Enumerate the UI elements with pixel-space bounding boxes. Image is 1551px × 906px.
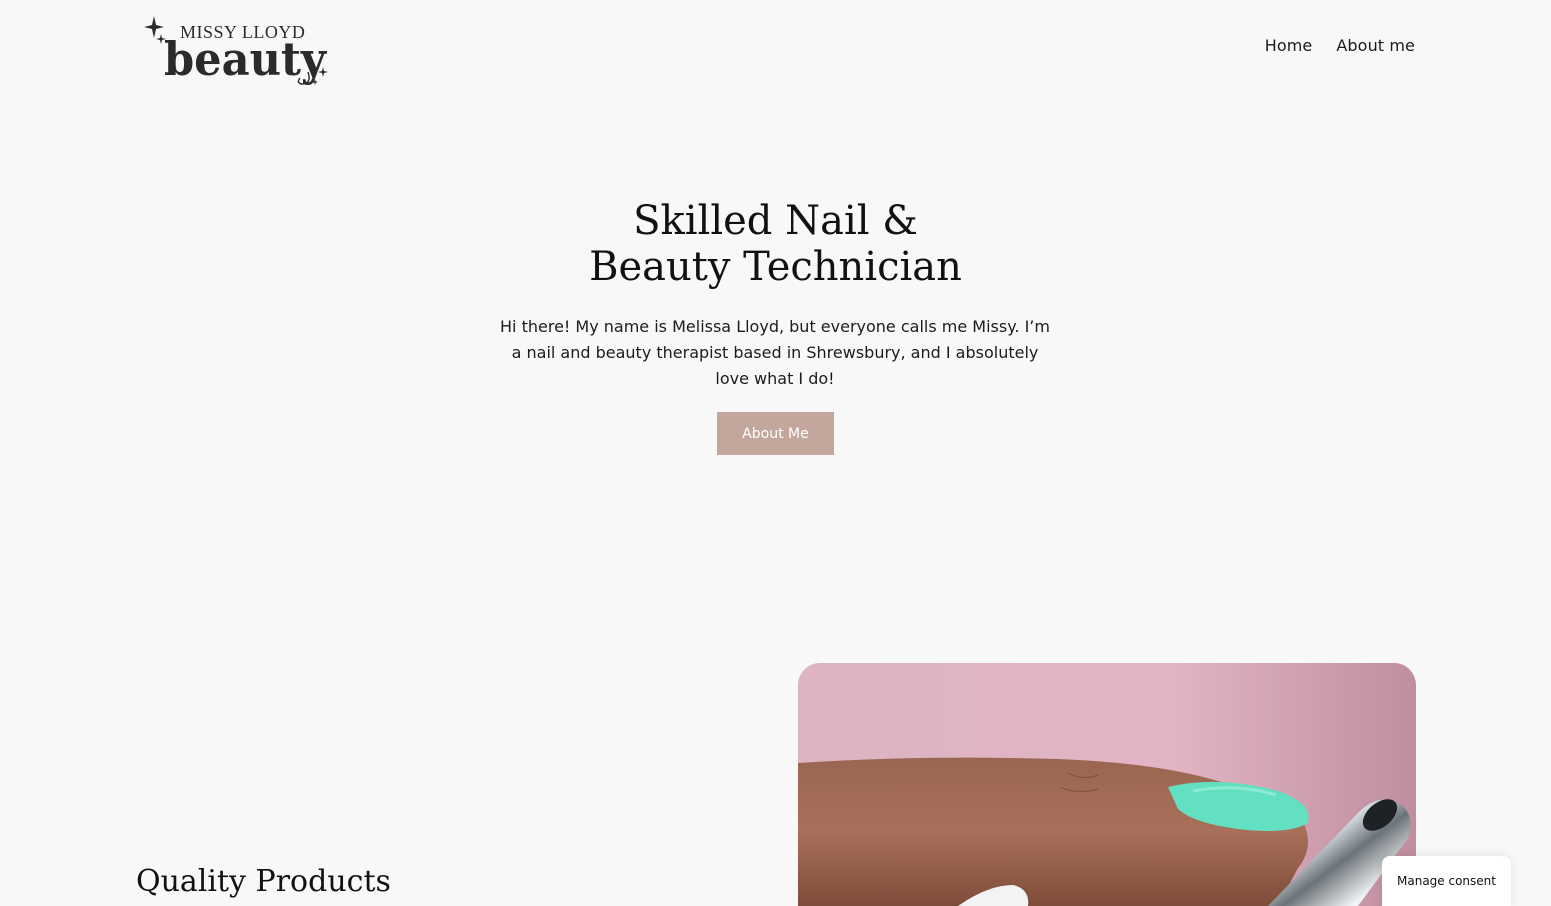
brand-logo[interactable]: MISSY LLOYD beauty — [140, 12, 335, 88]
manage-consent-button[interactable]: Manage consent — [1382, 856, 1511, 906]
about-me-button[interactable]: About Me — [717, 412, 834, 455]
nav-about-me[interactable]: About me — [1336, 36, 1415, 55]
hero-title-wrapper: Skilled Nail & Beauty Technician — [0, 198, 1551, 290]
logo-graphic: MISSY LLOYD beauty — [144, 16, 328, 86]
section-heading-quality-products: Quality Products — [136, 864, 391, 899]
nail-photo-image — [798, 663, 1416, 906]
nail-photo — [798, 663, 1416, 906]
main-nav: Home About me — [1265, 36, 1415, 55]
hero-intro-text: Hi there! My name is Melissa Lloyd, but … — [500, 317, 1050, 388]
hero-title: Skilled Nail & Beauty Technician — [589, 198, 962, 290]
nav-home[interactable]: Home — [1265, 36, 1313, 55]
logo-main-text: beauty — [164, 32, 327, 86]
